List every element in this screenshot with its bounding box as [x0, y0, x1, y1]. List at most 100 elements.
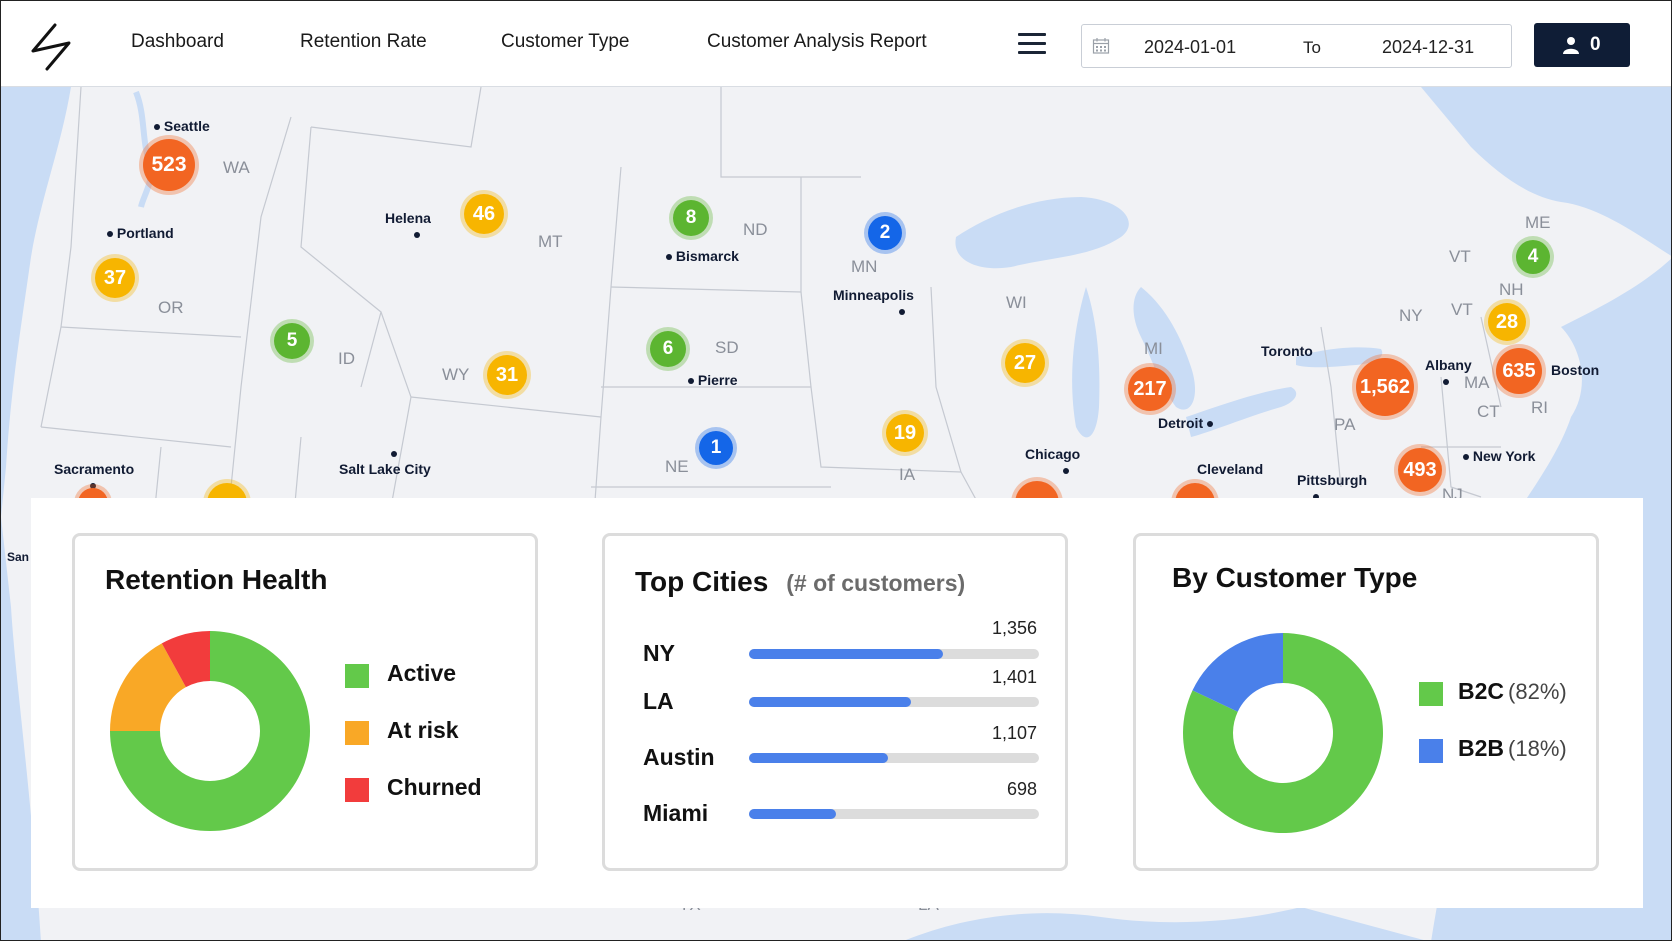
legend-swatch-b2c — [1419, 682, 1443, 706]
city-label: Helena — [385, 210, 431, 242]
start-date-input[interactable]: 2024-01-01 — [1144, 37, 1236, 58]
legend-b2b: B2B (18%) — [1458, 735, 1567, 762]
lightning-logo-icon[interactable] — [25, 21, 77, 73]
cluster-marker[interactable]: 523 — [143, 139, 195, 191]
city-dot — [666, 254, 672, 261]
bar-value: 1,107 — [991, 723, 1037, 743]
city-name: Bismarck — [675, 248, 739, 264]
city-name: Salt Lake City — [339, 461, 431, 477]
bar-label: Miami — [643, 800, 709, 826]
city-label: Chicago — [1025, 446, 1080, 478]
legend-active: Active — [387, 660, 457, 686]
city-label: Toronto — [1261, 343, 1313, 359]
user-button[interactable]: 0 — [1534, 23, 1630, 67]
marker-count: 27 — [1013, 352, 1037, 374]
city-label: Detroit — [1158, 415, 1214, 431]
state-label: NE — [665, 457, 689, 476]
city-name: Helena — [385, 210, 431, 226]
calendar-icon — [1092, 38, 1110, 54]
marker-count: 493 — [1403, 459, 1437, 481]
cluster-marker[interactable]: 28 — [1488, 303, 1526, 341]
cluster-marker[interactable]: 635 — [1496, 348, 1542, 394]
cluster-marker[interactable]: 217 — [1128, 367, 1172, 411]
bar-value: 698 — [1006, 779, 1037, 799]
city-name: Pierre — [697, 372, 738, 388]
city-dot — [1443, 379, 1449, 386]
card-title: Retention Health — [105, 564, 328, 595]
marker-count: 37 — [103, 267, 127, 289]
marker-count: 19 — [893, 422, 917, 444]
cluster-marker[interactable]: 8 — [673, 200, 709, 236]
marker-count: 46 — [472, 203, 496, 225]
menu-icon[interactable] — [1018, 33, 1046, 57]
bar-track — [749, 753, 1039, 763]
legend-swatch-at-risk — [345, 721, 369, 745]
bar-fill — [749, 809, 836, 819]
cluster-marker[interactable]: 4 — [1516, 240, 1550, 274]
state-label: NH — [1499, 280, 1524, 299]
customer-type-donut-chart[interactable] — [1178, 628, 1388, 838]
legend-churned: Churned — [387, 774, 482, 800]
bar-value: 1,356 — [991, 618, 1037, 638]
bar-fill — [749, 753, 889, 763]
city-dot — [688, 378, 694, 385]
city-name: Chicago — [1025, 446, 1081, 462]
state-label: WA — [223, 158, 250, 177]
city-name: Albany — [1425, 357, 1472, 373]
city-label: Albany — [1425, 357, 1472, 389]
retention-health-card: Retention Health Active At risk Churned — [72, 533, 538, 871]
top-navbar: Dashboard Retention Rate Customer Type C… — [1, 1, 1671, 87]
user-count: 0 — [1590, 34, 1601, 55]
cluster-marker[interactable]: 5 — [274, 323, 310, 359]
city-name: Minneapolis — [833, 287, 914, 303]
retention-donut-chart[interactable] — [105, 626, 315, 836]
city-dot — [413, 232, 420, 239]
cluster-marker[interactable]: 6 — [650, 331, 686, 367]
nav-dashboard[interactable]: Dashboard — [131, 31, 224, 53]
marker-count: 28 — [1495, 311, 1519, 333]
city-dot — [154, 124, 160, 131]
date-range-picker[interactable]: 2024-01-01 To 2024-12-31 — [1081, 24, 1512, 68]
city-name: Seattle — [163, 118, 210, 134]
city-dot — [1463, 454, 1469, 461]
legend-percent: (18%) — [1508, 736, 1567, 761]
card-title-text: Top Cities — [635, 566, 769, 597]
card-subtitle: (# of customers) — [786, 570, 966, 596]
cluster-marker[interactable]: 31 — [487, 355, 527, 395]
card-title: Top Cities (# of customers) — [635, 566, 965, 598]
state-label: WY — [442, 365, 470, 384]
nav-customer-analysis-report[interactable]: Customer Analysis Report — [707, 31, 927, 53]
cluster-marker[interactable]: 1,562 — [1356, 358, 1414, 416]
legend-swatch-b2b — [1419, 739, 1443, 763]
city-label: Cleveland — [1197, 461, 1263, 477]
cluster-marker[interactable]: 37 — [95, 258, 135, 298]
state-label: NY — [1399, 306, 1423, 325]
cluster-marker[interactable]: 27 — [1005, 343, 1045, 383]
legend-swatch-active — [345, 664, 369, 688]
state-label: MN — [851, 257, 878, 276]
date-to-label: To — [1303, 38, 1321, 57]
bar-label: Austin — [643, 744, 715, 770]
end-date-input[interactable]: 2024-12-31 — [1382, 37, 1474, 58]
cluster-marker[interactable]: 19 — [886, 414, 924, 452]
nav-customer-type[interactable]: Customer Type — [501, 31, 629, 53]
city-name: Pittsburgh — [1297, 472, 1367, 488]
state-label: OR — [158, 298, 184, 317]
cluster-marker[interactable]: 493 — [1398, 448, 1442, 492]
bar-track — [749, 649, 1039, 659]
bar-fill — [749, 697, 912, 707]
cluster-marker[interactable]: 46 — [464, 194, 504, 234]
state-label: VT — [1451, 300, 1473, 319]
city-label: Portland — [107, 225, 174, 241]
cluster-marker[interactable]: 1 — [699, 431, 733, 465]
city-label: Bismarck — [666, 248, 739, 264]
legend-label: B2B — [1458, 735, 1505, 761]
city-name: Toronto — [1261, 343, 1313, 359]
bar-track — [749, 809, 1039, 819]
city-name: Sacramento — [54, 461, 135, 477]
marker-count: 5 — [286, 330, 298, 351]
city-label: Pierre — [688, 372, 738, 388]
cluster-marker[interactable]: 2 — [868, 216, 902, 250]
state-label: VT — [1449, 247, 1471, 266]
nav-retention-rate[interactable]: Retention Rate — [300, 31, 427, 53]
